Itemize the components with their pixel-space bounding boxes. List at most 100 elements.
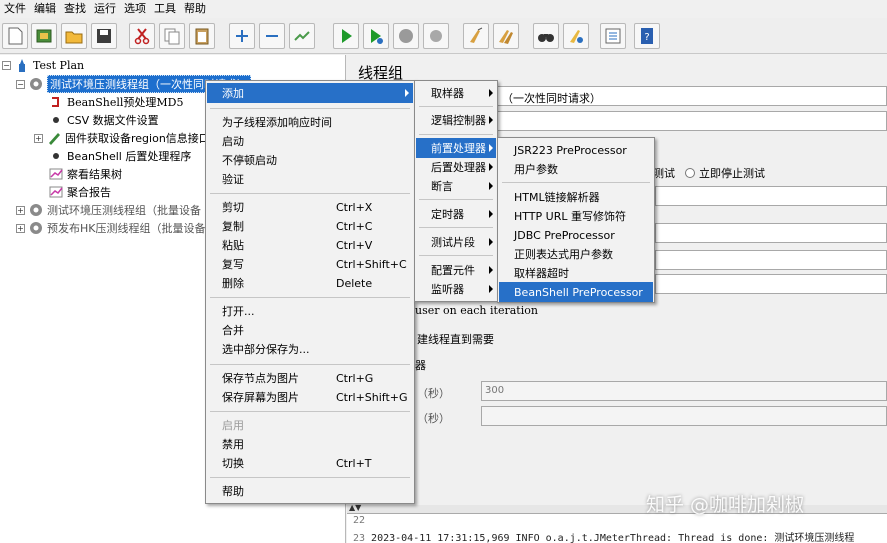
menu-item-label: 断言 (431, 180, 453, 193)
tree-node-beanshell-post[interactable]: BeanShell 后置处理程序 (48, 147, 191, 165)
tree-node-label: 察看结果树 (67, 168, 122, 181)
tree-node-aggregate-report[interactable]: 聚合报告 (48, 183, 111, 201)
collapse-toggle[interactable]: − (16, 79, 25, 89)
comments-field[interactable] (497, 111, 887, 131)
menu-item-save-node-image[interactable]: 保存节点为图片 Ctrl+G (207, 368, 413, 388)
tree-node-results-tree[interactable]: 察看结果树 (48, 165, 122, 183)
menu-item-paste[interactable]: 粘贴 Ctrl+V (207, 235, 413, 255)
menu-item-jdbc-preprocessor[interactable]: JDBC PreProcessor (499, 225, 653, 245)
submenu-arrow-icon (489, 116, 493, 124)
radio-stop-now[interactable]: 立即停止测试 (685, 165, 765, 181)
thread-group-gear-icon (28, 202, 44, 218)
tree-node-test-plan[interactable]: − Test Plan (2, 56, 84, 74)
menu-item-regex-user-parameters[interactable]: 正则表达式用户参数 (499, 244, 653, 264)
expand-toggle[interactable]: + (16, 223, 25, 233)
menu-options[interactable]: 选项 (120, 0, 150, 18)
menu-item-label: 切换 (222, 457, 244, 470)
expand-all-button[interactable] (229, 23, 255, 49)
pre-processor-submenu: JSR223 PreProcessor 用户参数 HTML链接解析器 HTTP … (497, 137, 655, 303)
menu-item-start[interactable]: 启动 (207, 131, 413, 151)
menu-item-label: 复写 (222, 258, 244, 271)
log-collapse-icon[interactable]: ▲▼ (349, 503, 361, 512)
shutdown-button[interactable] (423, 23, 449, 49)
menu-item-duplicate[interactable]: 复写 Ctrl+Shift+C (207, 254, 413, 274)
clear-all-button[interactable] (493, 23, 519, 49)
menu-item-toggle[interactable]: 切换 Ctrl+T (207, 453, 413, 473)
reset-search-button[interactable] (563, 23, 589, 49)
open-button[interactable] (61, 23, 87, 49)
ramp-up-field[interactable] (655, 223, 887, 243)
tree-node-thread-group-batch[interactable]: + 测试环境压测线程组（批量设备 (16, 201, 201, 219)
menu-item-remove[interactable]: 删除 Delete (207, 273, 413, 293)
menu-help[interactable]: 帮助 (180, 0, 210, 18)
menu-item-save-selection-as[interactable]: 选中部分保存为... (207, 339, 413, 359)
start-button[interactable] (333, 23, 359, 49)
menu-run[interactable]: 运行 (90, 0, 120, 18)
menu-item-open[interactable]: 打开... (207, 301, 413, 321)
menu-item-label: HTML链接解析器 (514, 191, 600, 204)
menu-item-help[interactable]: 帮助 (207, 481, 413, 501)
tree-node-sampler[interactable]: + 固件获取设备region信息接口 (34, 129, 210, 147)
menu-tools[interactable]: 工具 (150, 0, 180, 18)
menu-file[interactable]: 文件 (0, 0, 30, 18)
menu-item-label: BeanShell PreProcessor (514, 285, 643, 299)
threads-field[interactable] (655, 186, 887, 206)
menu-item-sample-timeout[interactable]: 取样器超时 (499, 263, 653, 283)
menu-item-beanshell-preprocessor[interactable]: BeanShell PreProcessor (499, 282, 653, 302)
copy-button[interactable] (159, 23, 185, 49)
menu-item-timer[interactable]: 定时器 (416, 204, 496, 224)
menu-item-jsr223-preprocessor[interactable]: JSR223 PreProcessor (499, 140, 653, 160)
menu-item-http-url-rewriting[interactable]: HTTP URL 重写修饰符 (499, 206, 653, 226)
menu-item-config-element[interactable]: 配置元件 (416, 260, 496, 280)
tree-node-thread-group-hk[interactable]: + 预发布HK压测线程组（批量设备 (16, 219, 205, 237)
help-button[interactable]: ? (634, 23, 660, 49)
menu-separator (419, 134, 493, 135)
stop-icon (399, 29, 413, 43)
templates-button[interactable] (31, 23, 57, 49)
menu-item-save-screen-image[interactable]: 保存屏幕为图片 Ctrl+Shift+G (207, 387, 413, 407)
menu-item-add-think-times[interactable]: 为子线程添加响应时间 (207, 112, 413, 132)
log-area[interactable]: 22 23 2023-04-11 17:31:15,969 INFO o.a.j.… (347, 513, 887, 543)
startup-delay-field[interactable] (481, 406, 887, 426)
extra-field[interactable] (655, 274, 887, 294)
menu-item-merge[interactable]: 合并 (207, 320, 413, 340)
menu-item-post-processors[interactable]: 后置处理器 (416, 157, 496, 177)
toggle-button[interactable] (289, 23, 315, 49)
clear-button[interactable] (463, 23, 489, 49)
menu-edit[interactable]: 编辑 (30, 0, 60, 18)
tree-node-beanshell-pre[interactable]: BeanShell预处理MD5 (48, 93, 183, 111)
name-field[interactable]: （一次性同时请求） (497, 86, 887, 106)
menu-item-add[interactable]: 添加 (207, 83, 413, 103)
collapse-all-button[interactable] (259, 23, 285, 49)
loop-count-field[interactable] (655, 250, 887, 270)
function-helper-button[interactable] (600, 23, 626, 49)
menu-item-cut[interactable]: 剪切 Ctrl+X (207, 197, 413, 217)
menu-item-listener[interactable]: 监听器 (416, 279, 496, 299)
menu-item-disable[interactable]: 禁用 (207, 434, 413, 454)
menu-item-test-fragment[interactable]: 测试片段 (416, 232, 496, 252)
duration-field[interactable]: 300 (481, 381, 887, 401)
expand-toggle[interactable]: + (34, 133, 43, 143)
radio-start-next[interactable]: 测试 (653, 165, 675, 181)
menu-item-user-parameters[interactable]: 用户参数 (499, 159, 653, 179)
search-button[interactable] (533, 23, 559, 49)
menu-search[interactable]: 查找 (60, 0, 90, 18)
menu-item-start-no-pauses[interactable]: 不停顿启动 (207, 150, 413, 170)
paste-button[interactable] (189, 23, 215, 49)
tree-node-csv[interactable]: CSV 数据文件设置 (48, 111, 159, 129)
menu-item-validate[interactable]: 验证 (207, 169, 413, 189)
menu-item-pre-processors[interactable]: 前置处理器 (416, 138, 496, 158)
new-button[interactable] (2, 23, 28, 49)
expand-toggle[interactable]: + (16, 205, 25, 215)
start-no-pause-button[interactable] (363, 23, 389, 49)
svg-text:?: ? (644, 32, 649, 43)
cut-button[interactable] (129, 23, 155, 49)
save-button[interactable] (91, 23, 117, 49)
menu-item-logic-controller[interactable]: 逻辑控制器 (416, 110, 496, 130)
menu-item-html-link-parser[interactable]: HTML链接解析器 (499, 187, 653, 207)
menu-item-sampler[interactable]: 取样器 (416, 83, 496, 103)
menu-item-assertions[interactable]: 断言 (416, 176, 496, 196)
stop-button[interactable] (393, 23, 419, 49)
menu-item-copy[interactable]: 复制 Ctrl+C (207, 216, 413, 236)
collapse-toggle[interactable]: − (2, 60, 11, 70)
